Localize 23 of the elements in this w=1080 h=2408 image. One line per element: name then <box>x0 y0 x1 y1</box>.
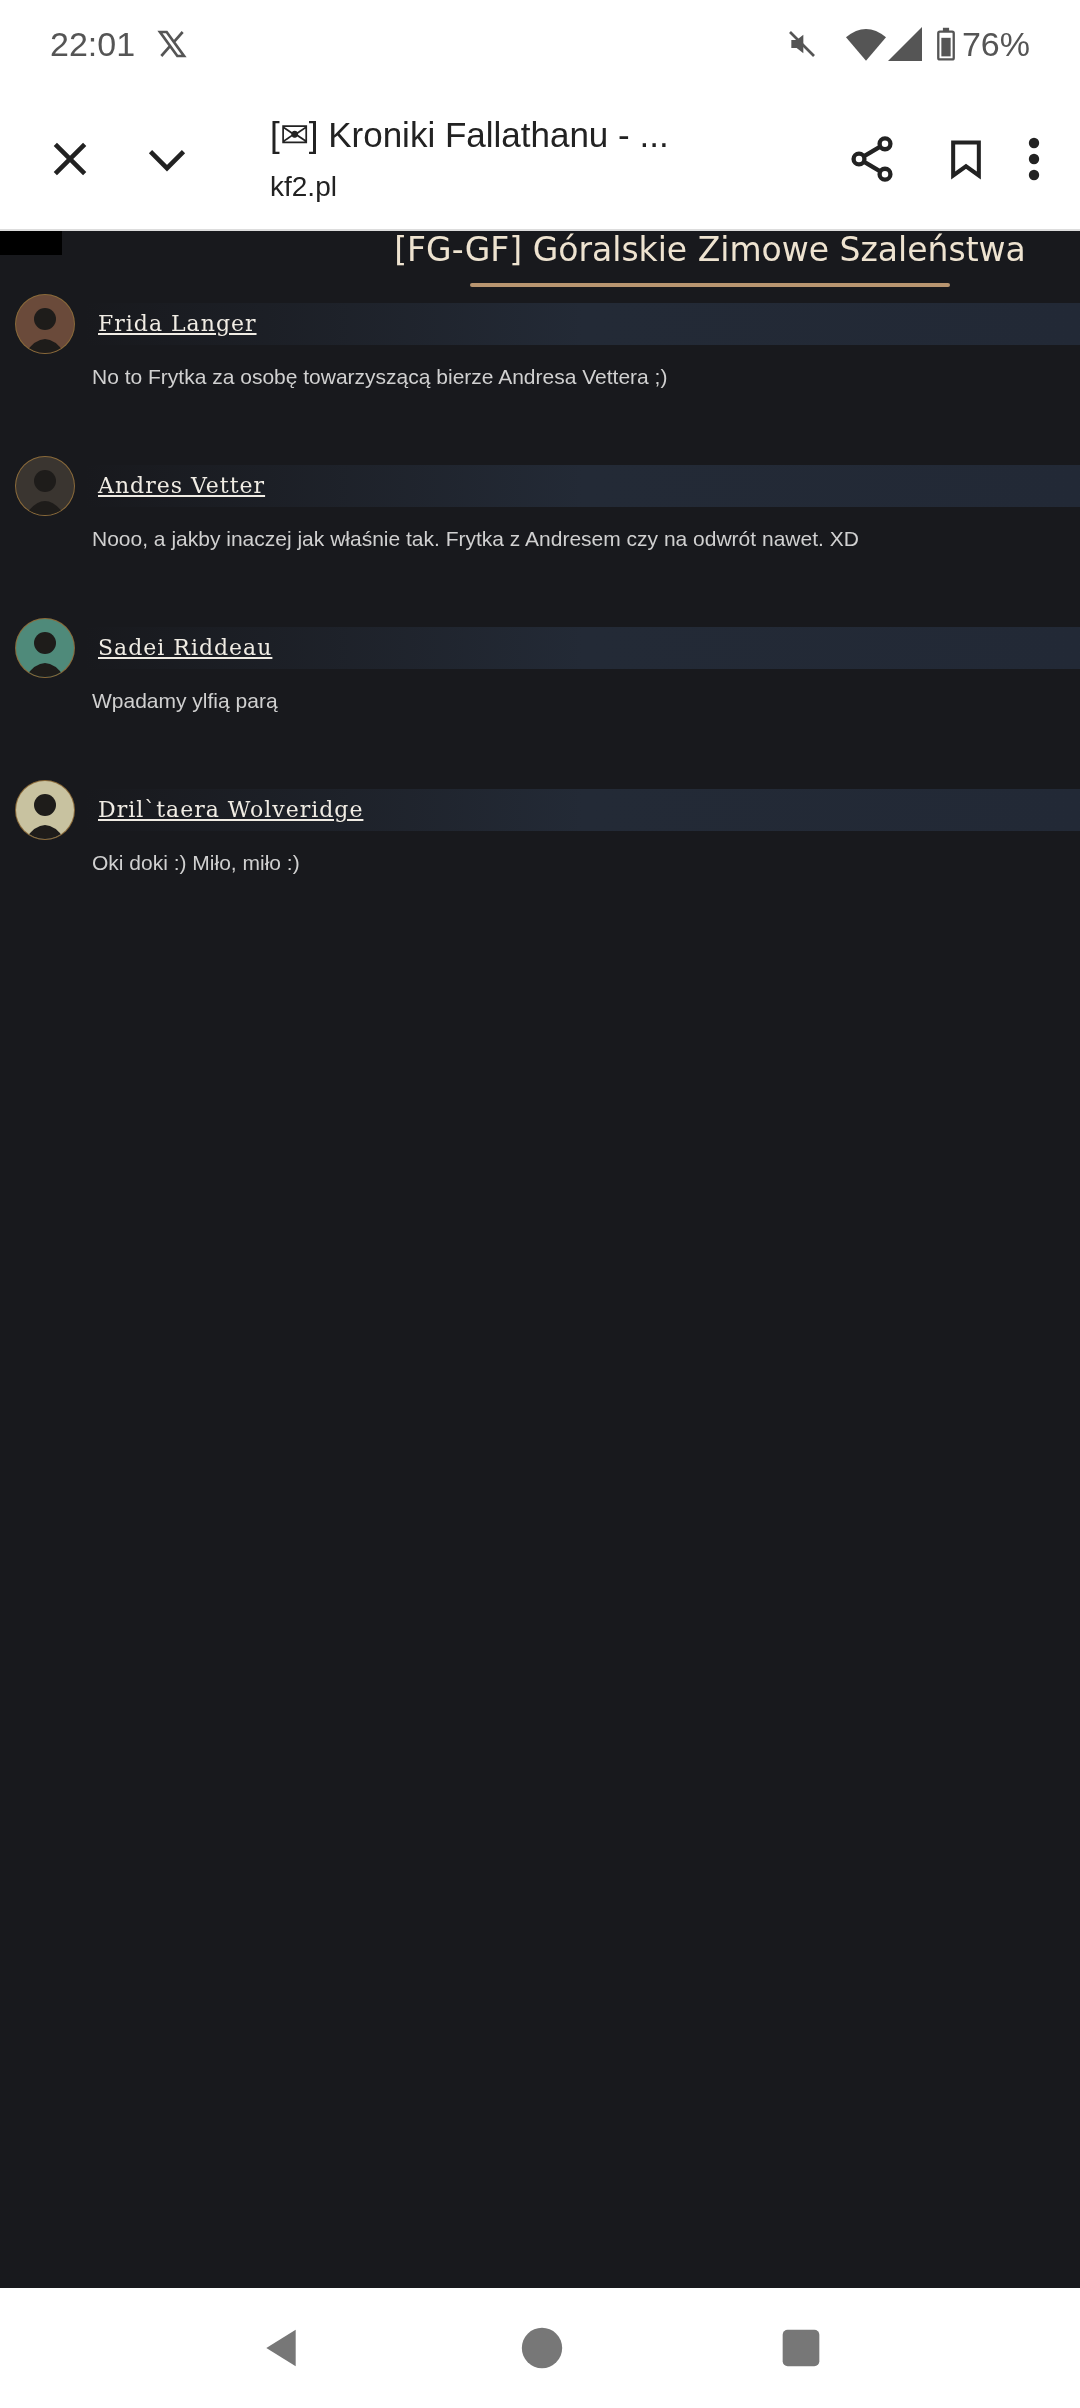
home-button[interactable] <box>520 2326 564 2370</box>
recents-button[interactable] <box>781 2328 822 2368</box>
signal-icon <box>887 27 922 61</box>
author-link[interactable]: Sadei Riddeau <box>98 631 273 664</box>
post-text: Wpadamy ylfią parą <box>92 687 279 714</box>
page-url: kf2.pl <box>270 169 338 204</box>
post-text: Oki doki :) Miło, miło :) <box>92 849 301 876</box>
battery-percent: 76% <box>961 23 1030 65</box>
wifi-icon <box>845 27 886 61</box>
more-icon <box>1028 136 1040 181</box>
page-title: [✉] Kroniki Fallathanu - ... <box>270 114 670 157</box>
more-button[interactable] <box>1028 136 1040 181</box>
post-text: Nooo, a jakby inaczej jak właśnie tak. Frytka z Andresem czy na odwrót nawet. XD <box>92 525 860 552</box>
home-icon <box>520 2326 564 2370</box>
battery-icon <box>935 27 956 61</box>
dark-block <box>0 231 62 255</box>
status-time: 22:01 <box>50 23 136 65</box>
author-link[interactable]: Frida Langer <box>98 307 257 340</box>
thread-title: [FG-GF] Góralskie Zimowe Szaleństwa <box>394 229 1026 271</box>
author-link[interactable]: Andres Vetter <box>98 469 266 502</box>
author-link[interactable]: Dril`taera Wolveridge <box>98 793 364 826</box>
recents-icon <box>781 2328 822 2368</box>
post-text: No to Frytka za osobę towarzyszącą bierze Andresa Vettera ;) <box>92 363 669 390</box>
